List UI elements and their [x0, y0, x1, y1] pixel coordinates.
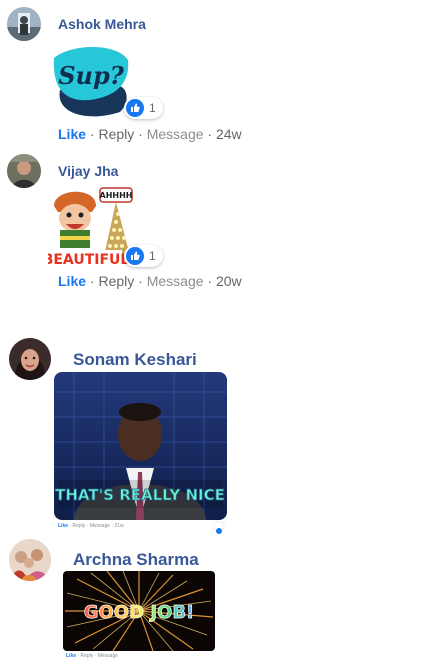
message-link[interactable]: Message: [98, 653, 118, 659]
reply-link[interactable]: Reply: [80, 653, 93, 659]
sticker-top-text: AHHHH: [100, 191, 133, 200]
like-thumb-icon: [126, 99, 144, 117]
separator: ·: [138, 126, 143, 142]
separator: ·: [111, 523, 114, 529]
comment-vijay-jha: Vijay Jha AHHHH BEAUTIFUL 1 Like · Reply…: [0, 148, 432, 308]
sticker-bottom-text: BEAUTIFUL: [48, 252, 129, 268]
separator: ·: [207, 273, 213, 289]
comment-ashok-mehra: Ashok Mehra Sup? 1 Like · Reply · Messag…: [0, 0, 432, 148]
like-link[interactable]: Like: [58, 273, 86, 289]
sticker-text: Sup?: [58, 61, 125, 90]
author-name[interactable]: Ashok Mehra: [58, 16, 146, 32]
like-link[interactable]: Like: [58, 523, 68, 529]
timestamp: 20w: [215, 273, 242, 289]
avatar[interactable]: [9, 338, 51, 380]
reply-link[interactable]: Reply: [72, 523, 85, 529]
separator: ·: [94, 653, 97, 659]
reaction-badge[interactable]: 1: [124, 245, 163, 267]
separator: ·: [77, 653, 80, 659]
elf-beautiful-sticker[interactable]: AHHHH BEAUTIFUL: [48, 184, 134, 270]
timestamp: 21w: [114, 523, 124, 529]
separator: ·: [89, 126, 95, 142]
separator: ·: [138, 273, 143, 289]
author-name[interactable]: Sonam Keshari: [73, 350, 197, 370]
avatar[interactable]: [9, 539, 51, 581]
reaction-gif[interactable]: THAT'S REALLY NICE: [54, 372, 227, 520]
like-link[interactable]: Like: [66, 653, 76, 659]
gif-caption: GOOD JOB!: [84, 602, 195, 623]
reply-link[interactable]: Reply: [98, 126, 134, 142]
reaction-gif[interactable]: GOOD JOB!: [63, 571, 215, 651]
author-name[interactable]: Archna Sharma: [73, 550, 199, 570]
comment-actions: Like · Reply · Message: [66, 653, 118, 659]
reaction-badge[interactable]: 1: [124, 97, 163, 119]
comment-actions: Like · Reply · Message · 24w: [58, 126, 242, 142]
sup-sticker[interactable]: Sup?: [50, 40, 132, 122]
message-link[interactable]: Message: [147, 126, 204, 142]
like-link[interactable]: Like: [58, 126, 86, 142]
author-name[interactable]: Vijay Jha: [58, 163, 118, 179]
comment-actions: Like · Reply · Message · 21w: [58, 523, 124, 529]
comment-sonam-keshari: Sonam Keshari THAT'S REALLY NICE Like · …: [0, 330, 432, 534]
like-thumb-icon: [126, 247, 144, 265]
separator: ·: [69, 523, 72, 529]
reply-link[interactable]: Reply: [98, 273, 134, 289]
separator: ·: [89, 273, 95, 289]
message-link[interactable]: Message: [147, 273, 204, 289]
separator: ·: [207, 126, 213, 142]
timestamp: 24w: [215, 126, 242, 142]
avatar[interactable]: [7, 154, 41, 188]
comment-archna-sharma: Archna Sharma GOOD JOB! Like · Reply · M…: [0, 530, 432, 660]
messenger-icon[interactable]: [214, 522, 224, 534]
reaction-count: 1: [149, 249, 156, 263]
comment-actions: Like · Reply · Message · 20w: [58, 273, 242, 289]
gif-caption: THAT'S REALLY NICE: [55, 486, 225, 504]
avatar[interactable]: [7, 7, 41, 41]
reaction-count: 1: [149, 101, 156, 115]
separator: ·: [86, 523, 89, 529]
message-link[interactable]: Message: [90, 523, 110, 529]
